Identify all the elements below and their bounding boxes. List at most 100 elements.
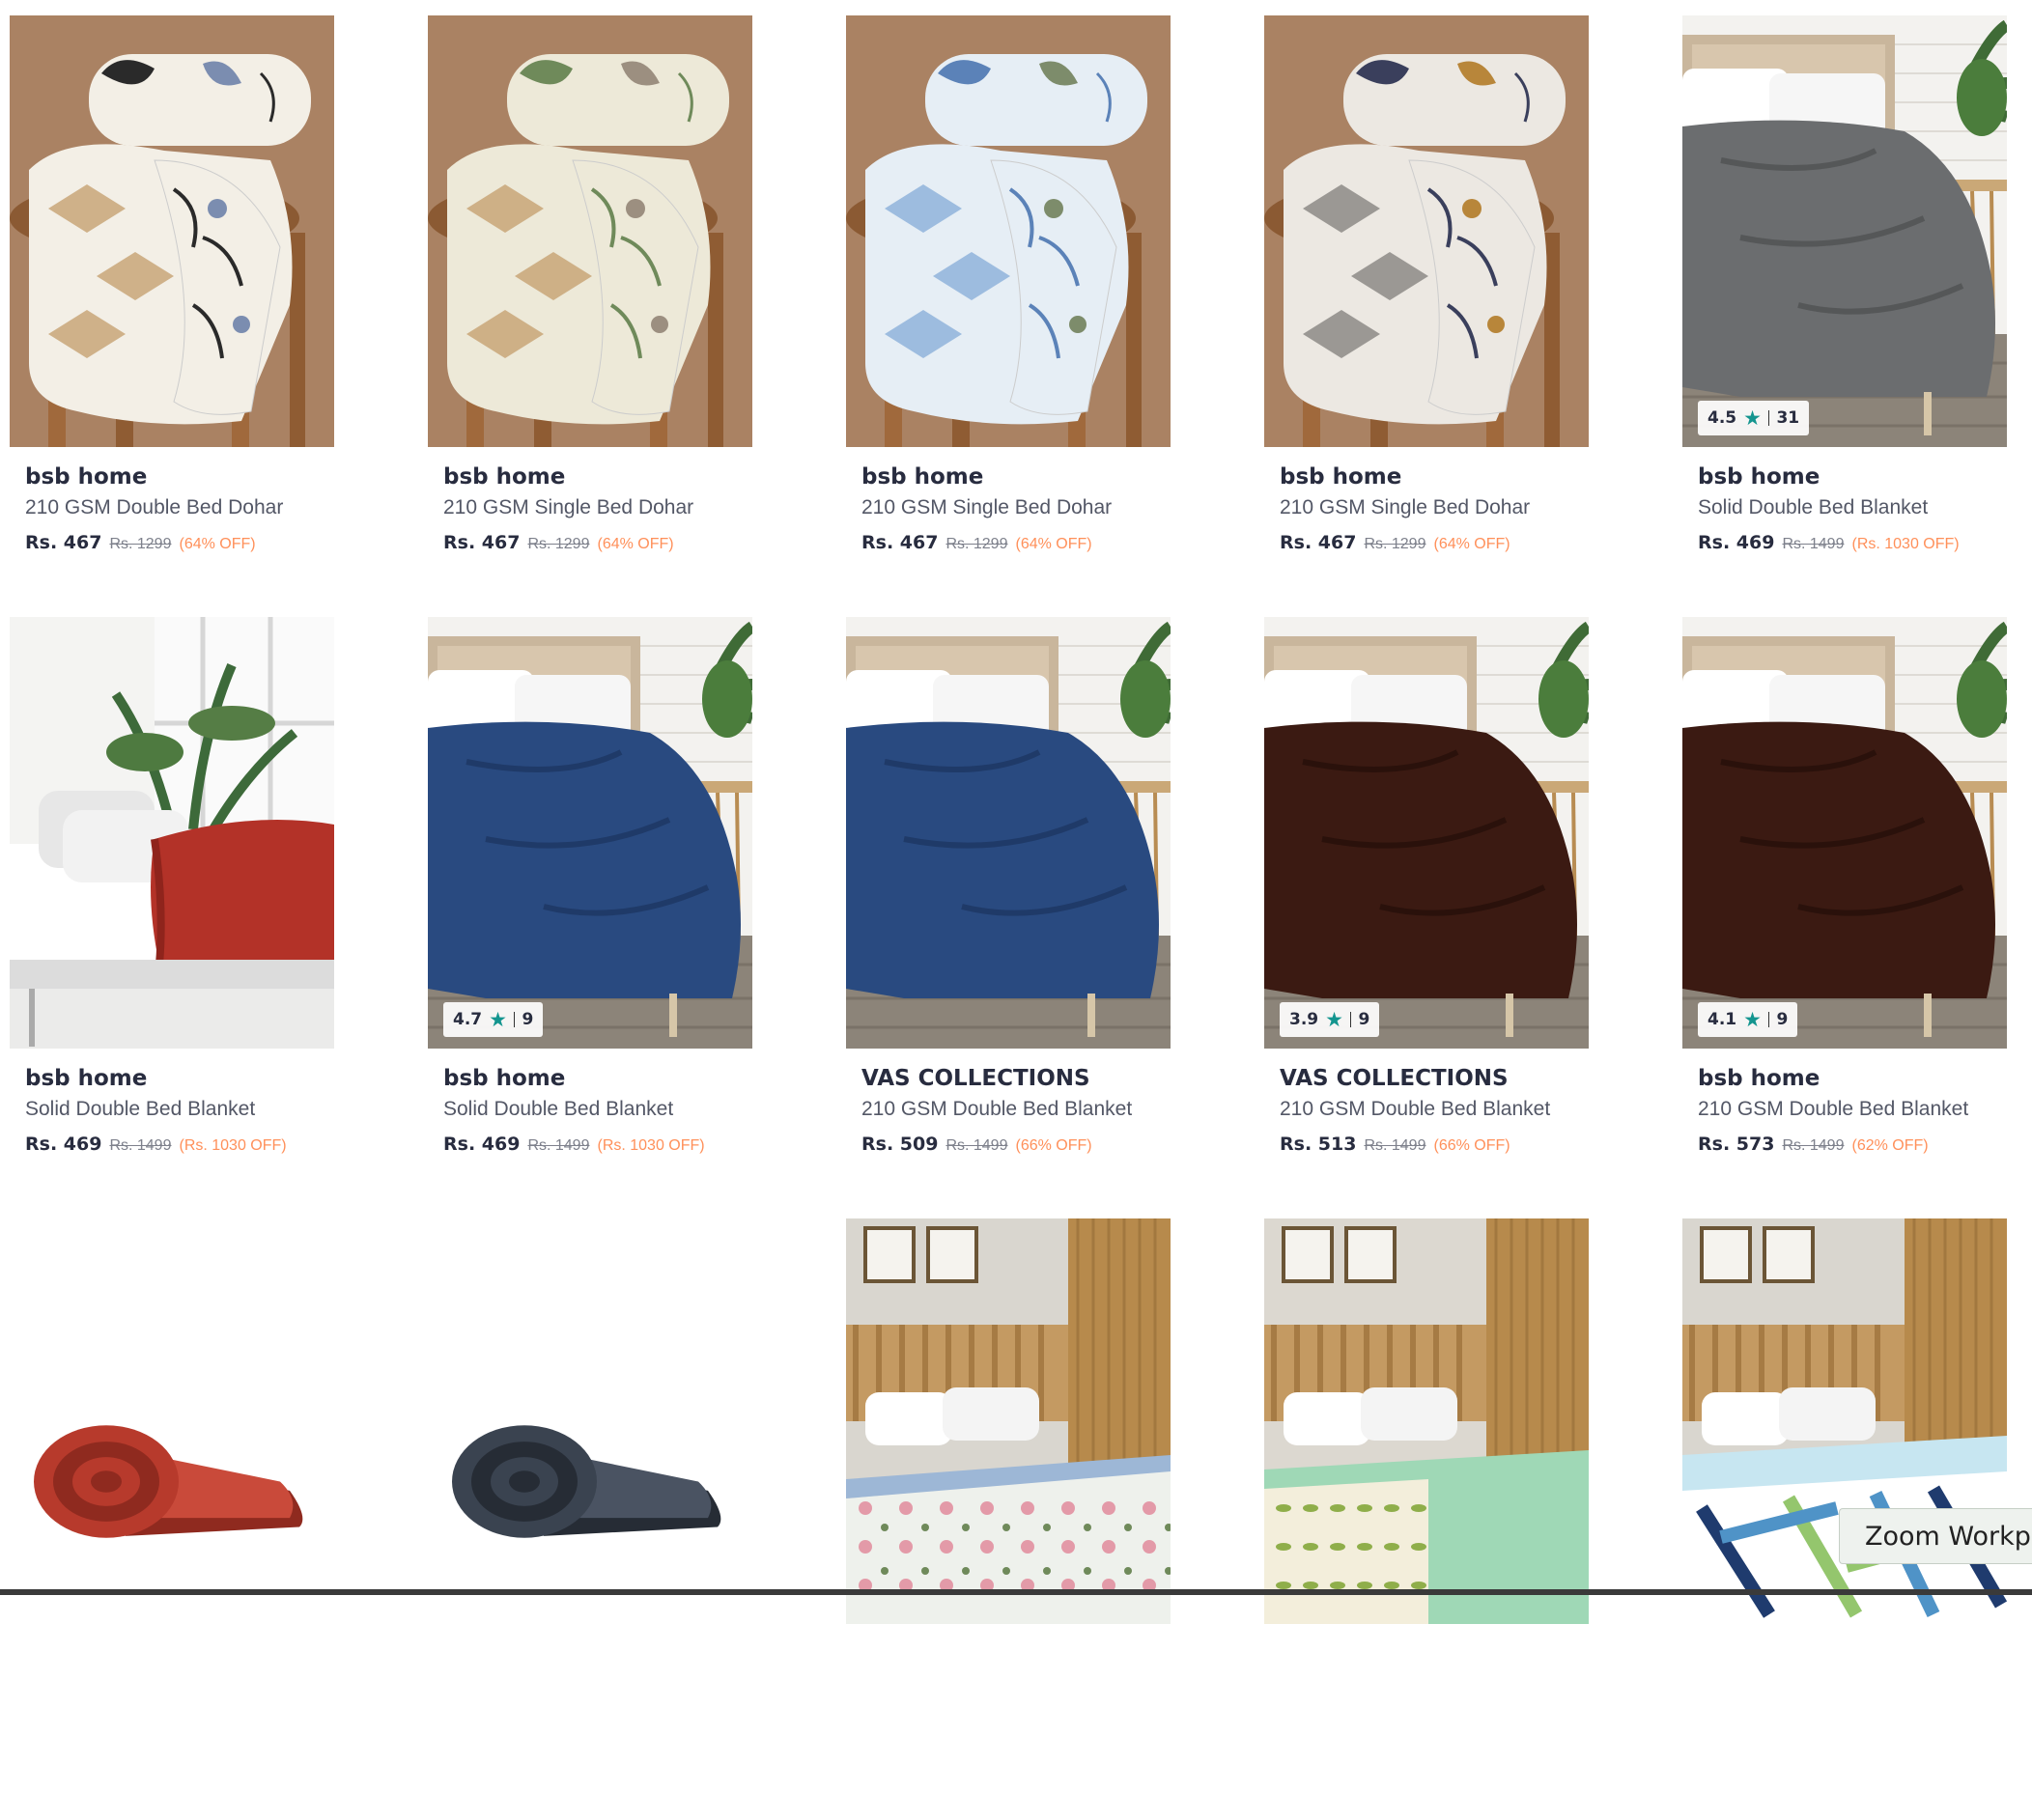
product-name: Solid Double Bed Blanket (25, 1098, 256, 1120)
rating-count: 31 (1776, 408, 1800, 428)
product-info: bsb home Solid Double Bed Blanket Rs. 46… (428, 1049, 752, 1155)
product-card[interactable] (1264, 1218, 1589, 1820)
rolled-blanket-red-icon[interactable] (10, 1218, 334, 1624)
product-discount: (66% OFF) (1433, 1137, 1510, 1154)
product-name: 210 GSM Double Bed Blanket (1280, 1098, 1551, 1120)
product-brand: bsb home (861, 464, 984, 490)
rating-divider (1767, 410, 1770, 426)
product-card[interactable]: 4.1 ★ 9 bsb home 210 GSM Double Bed Blan… (1682, 617, 2007, 1218)
product-info: bsb home 210 GSM Single Bed Dohar Rs. 46… (428, 447, 752, 553)
product-info: bsb home 210 GSM Double Bed Dohar Rs. 46… (10, 447, 334, 553)
product-price: Rs. 467 (1280, 532, 1357, 553)
product-card[interactable]: 4.7 ★ 9 bsb home Solid Double Bed Blanke… (428, 617, 752, 1218)
rating-value: 4.5 (1707, 408, 1737, 428)
rating-count: 9 (1358, 1010, 1370, 1029)
product-discount: (Rs. 1030 OFF) (597, 1137, 705, 1154)
product-mrp: Rs. 1499 (527, 1137, 590, 1154)
folded-dohar-paisley-icon[interactable] (1264, 15, 1589, 447)
folded-dohar-green-floral-icon[interactable] (428, 15, 752, 447)
rating-count: 9 (522, 1010, 534, 1029)
star-icon: ★ (1743, 406, 1762, 430)
product-info: bsb home Solid Double Bed Blanket Rs. 46… (10, 1049, 334, 1155)
folded-dohar-beige-floral-icon[interactable] (10, 15, 334, 447)
product-brand: bsb home (1698, 1066, 1820, 1091)
product-name: 210 GSM Single Bed Dohar (861, 496, 1113, 518)
product-name: 210 GSM Single Bed Dohar (443, 496, 694, 518)
product-price: Rs. 509 (861, 1134, 939, 1155)
product-mrp: Rs. 1499 (1782, 536, 1845, 552)
rating-divider (1767, 1012, 1770, 1027)
rating-badge: 4.7 ★ 9 (443, 1002, 544, 1037)
bed-blanket-brown-icon[interactable]: 3.9 ★ 9 (1264, 617, 1589, 1049)
product-card[interactable]: bsb home 210 GSM Single Bed Dohar Rs. 46… (846, 15, 1171, 617)
product-discount: (64% OFF) (597, 536, 674, 552)
price-row: Rs. 469 Rs. 1499 (Rs. 1030 OFF) (443, 1134, 737, 1155)
price-row: Rs. 509 Rs. 1499 (66% OFF) (861, 1134, 1155, 1155)
rolled-blanket-charcoal-icon[interactable] (428, 1218, 752, 1624)
product-discount: (62% OFF) (1851, 1137, 1929, 1154)
folded-dohar-blue-floral-icon[interactable] (846, 15, 1171, 447)
product-card[interactable]: 3.9 ★ 9 VAS COLLECTIONS 210 GSM Double B… (1264, 617, 1589, 1218)
price-row: Rs. 513 Rs. 1499 (66% OFF) (1280, 1134, 1573, 1155)
product-price: Rs. 469 (443, 1134, 521, 1155)
bed-blanket-navy-icon[interactable]: 4.7 ★ 9 (428, 617, 752, 1049)
product-name: 210 GSM Double Bed Dohar (25, 496, 284, 518)
price-row: Rs. 467 Rs. 1299 (64% OFF) (443, 532, 737, 553)
product-info: bsb home 210 GSM Double Bed Blanket Rs. … (1682, 1049, 2007, 1155)
product-discount: (Rs. 1030 OFF) (179, 1137, 287, 1154)
product-name: 210 GSM Single Bed Dohar (1280, 496, 1531, 518)
bed-blanket-brown-icon[interactable]: 4.1 ★ 9 (1682, 617, 2007, 1049)
price-row: Rs. 467 Rs. 1299 (64% OFF) (861, 532, 1155, 553)
product-price: Rs. 469 (25, 1134, 102, 1155)
product-card[interactable] (10, 1218, 334, 1820)
window-bottom-edge (0, 1589, 2032, 1595)
product-mrp: Rs. 1299 (109, 536, 172, 552)
rating-badge: 4.1 ★ 9 (1698, 1002, 1798, 1037)
star-icon: ★ (489, 1007, 507, 1031)
product-brand: bsb home (25, 1066, 148, 1091)
bed-blanket-grey-icon[interactable]: 4.5 ★ 31 (1682, 15, 2007, 447)
product-card[interactable]: VAS COLLECTIONS 210 GSM Double Bed Blank… (846, 617, 1171, 1218)
price-row: Rs. 469 Rs. 1499 (Rs. 1030 OFF) (1698, 532, 1991, 553)
zoom-workplace-tab[interactable]: Zoom Workpl (1839, 1508, 2032, 1564)
product-info: VAS COLLECTIONS 210 GSM Double Bed Blank… (846, 1049, 1171, 1155)
product-price: Rs. 467 (443, 532, 521, 553)
price-row: Rs. 469 Rs. 1499 (Rs. 1030 OFF) (25, 1134, 319, 1155)
rating-divider (1349, 1012, 1352, 1027)
product-name: 210 GSM Double Bed Blanket (1698, 1098, 1969, 1120)
product-brand: bsb home (443, 464, 566, 490)
product-discount: (64% OFF) (179, 536, 256, 552)
product-card[interactable] (428, 1218, 752, 1820)
product-mrp: Rs. 1499 (945, 1137, 1008, 1154)
product-price: Rs. 467 (25, 532, 102, 553)
product-card[interactable]: bsb home 210 GSM Single Bed Dohar Rs. 46… (1264, 15, 1589, 617)
product-price: Rs. 467 (861, 532, 939, 553)
product-discount: (64% OFF) (1015, 536, 1092, 552)
product-name: Solid Double Bed Blanket (443, 1098, 674, 1120)
product-card[interactable]: bsb home 210 GSM Double Bed Dohar Rs. 46… (10, 15, 334, 617)
product-card[interactable]: bsb home 210 GSM Single Bed Dohar Rs. 46… (428, 15, 752, 617)
rating-badge: 4.5 ★ 31 (1698, 401, 1810, 435)
product-info: bsb home 210 GSM Single Bed Dohar Rs. 46… (846, 447, 1171, 553)
product-name: Solid Double Bed Blanket (1698, 496, 1929, 518)
product-mrp: Rs. 1499 (1364, 1137, 1426, 1154)
product-card[interactable]: 4.5 ★ 31 bsb home Solid Double Bed Blank… (1682, 15, 2007, 617)
bed-leaf-green-icon[interactable] (1264, 1218, 1589, 1624)
bed-floral-pink-icon[interactable] (846, 1218, 1171, 1624)
product-brand: VAS COLLECTIONS (1280, 1066, 1509, 1091)
rating-value: 3.9 (1289, 1010, 1319, 1029)
product-mrp: Rs. 1299 (527, 536, 590, 552)
product-mrp: Rs. 1499 (1782, 1137, 1845, 1154)
rating-value: 4.7 (453, 1010, 483, 1029)
product-mrp: Rs. 1299 (1364, 536, 1426, 552)
product-card[interactable] (846, 1218, 1171, 1820)
product-card[interactable]: bsb home Solid Double Bed Blanket Rs. 46… (10, 617, 334, 1218)
rating-divider (513, 1012, 516, 1027)
product-brand: VAS COLLECTIONS (861, 1066, 1090, 1091)
product-brand: bsb home (1698, 464, 1820, 490)
product-info: bsb home Solid Double Bed Blanket Rs. 46… (1682, 447, 2007, 553)
product-mrp: Rs. 1499 (109, 1137, 172, 1154)
bed-blanket-red-icon[interactable] (10, 617, 334, 1049)
bed-blanket-navy-icon[interactable] (846, 617, 1171, 1049)
product-brand: bsb home (1280, 464, 1402, 490)
